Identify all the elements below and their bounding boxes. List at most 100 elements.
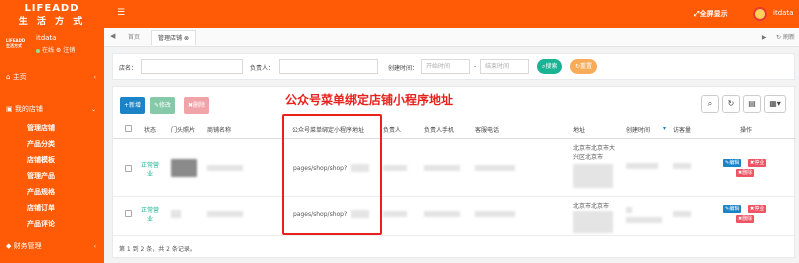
delete-button[interactable]: ✖删除: [184, 97, 210, 114]
blurred-service-tel: [475, 165, 515, 171]
sidebar-subitem[interactable]: 产品分类: [0, 136, 104, 152]
sidebar-item-finance[interactable]: ◆ 财务管理 ‹: [0, 236, 104, 257]
blurred-owner: [383, 211, 407, 217]
user-panel: LIFEADD 生活方式 itdata 在线 ⚙ 注销: [6, 34, 98, 56]
end-time-input[interactable]: 结束时间: [480, 59, 529, 74]
storefront-photo: [171, 210, 181, 218]
column-header[interactable]: 地址: [573, 125, 585, 134]
brand-logo: LIFEADD 生 活 方 式: [0, 0, 104, 28]
columns-icon[interactable]: ▦▾: [764, 95, 786, 113]
fullscreen-button[interactable]: ⤢全屏显示: [694, 9, 728, 19]
row-delete-button[interactable]: ✖删除: [736, 169, 755, 177]
shop-table-panel: +新增 ✎修改 ✖删除 公众号菜单绑定店铺小程序地址 ⌕ ↻ ▤ ▦▾ 状态 门…: [112, 86, 796, 258]
sidebar-item-my-shop[interactable]: ▣ 我的店铺 ⌄: [0, 99, 104, 120]
column-header[interactable]: 状态: [144, 125, 156, 134]
annotation-highlight-box: [282, 114, 382, 235]
edit-button[interactable]: ✎修改: [150, 97, 176, 114]
annotation-label: 公众号菜单绑定店铺小程序地址: [285, 93, 454, 107]
row-divider: [113, 196, 796, 197]
tab-manage-shop[interactable]: 管理店铺 ⊗: [151, 30, 196, 45]
blurred-created-time: [626, 163, 658, 169]
status-badge: 正常营业: [140, 207, 159, 223]
scroll-left-icon[interactable]: ◀: [110, 32, 115, 40]
sidebar-subitem[interactable]: 店铺模板: [0, 152, 104, 168]
blurred-service-tel: [475, 211, 515, 217]
blurred-created-time: [626, 207, 632, 213]
header-divider: [113, 138, 796, 139]
menu-toggle-icon[interactable]: ☰: [117, 8, 125, 18]
sidebar-subitem[interactable]: 产品评论: [0, 216, 104, 232]
column-header[interactable]: 客服电话: [475, 125, 499, 134]
blurred-phone: [424, 165, 460, 171]
user-avatar-logo: LIFEADD 生活方式: [6, 38, 26, 48]
column-header: 操作: [740, 127, 753, 134]
blurred-address: [573, 164, 613, 188]
blurred-created-time: [626, 217, 662, 223]
sidebar-subitem[interactable]: 管理产品: [0, 168, 104, 184]
sidebar-subitem[interactable]: 产品规格: [0, 184, 104, 200]
chevron-left-icon: ‹: [93, 243, 96, 250]
add-button[interactable]: +新增: [120, 97, 146, 114]
address-text: 北京市北京市: [573, 203, 610, 210]
column-header[interactable]: 门头照片: [171, 125, 195, 134]
status-badge: 正常营业: [140, 162, 159, 178]
row-stop-button[interactable]: ✖停业: [748, 159, 767, 167]
search-button[interactable]: ⌕搜索: [537, 59, 563, 74]
column-header[interactable]: 负责人: [383, 125, 401, 134]
owner-input[interactable]: [279, 59, 378, 74]
sidebar-subitem[interactable]: 管理店铺: [0, 120, 104, 136]
tab-home[interactable]: 首页: [122, 30, 146, 45]
row-divider: [113, 235, 796, 236]
column-header[interactable]: 创建时间: [626, 125, 650, 134]
start-time-input[interactable]: 开始时间: [421, 59, 470, 74]
address-text: 北京市北京市大兴区北京市: [573, 145, 616, 161]
close-icon[interactable]: ⊗: [184, 35, 189, 42]
row-checkbox[interactable]: [125, 165, 132, 172]
online-dot-icon: [36, 48, 40, 53]
shop-name-input[interactable]: [141, 59, 243, 74]
logo-subtext: 生 活 方 式: [18, 17, 86, 27]
range-separator: -: [474, 63, 477, 70]
chevron-down-icon: ⌄: [90, 106, 96, 113]
shop-icon: ▣: [6, 105, 13, 113]
column-header[interactable]: 负责人手机: [424, 125, 454, 134]
row-stop-button[interactable]: ✖停业: [748, 205, 767, 213]
sidebar: LIFEADD 生 活 方 式 LIFEADD 生活方式 itdata 在线 ⚙…: [0, 0, 104, 263]
blurred-owner: [383, 165, 407, 171]
blurred-visitors: [673, 211, 691, 217]
avatar[interactable]: [753, 7, 767, 21]
top-bar: ☰ ⤢全屏显示 itdata: [104, 0, 799, 28]
sidebar-subitem[interactable]: 店铺订单: [0, 200, 104, 216]
blurred-phone: [424, 211, 460, 217]
user-status[interactable]: 在线 ⚙ 注销: [36, 45, 75, 54]
reset-button[interactable]: ↻重置: [570, 59, 598, 74]
toggle-view-icon[interactable]: ▤: [743, 95, 761, 113]
pagination-info: 第 1 到 2 条，共 2 条记录。: [119, 246, 196, 253]
sidebar-nav: ⌂ 主页 ‹ ▣ 我的店铺 ⌄ 管理店铺 产品分类 店铺模板 管理产品 产品规格 店…: [0, 67, 104, 232]
owner-label: 负责人：: [250, 65, 275, 72]
row-delete-button[interactable]: ✖删除: [736, 215, 755, 223]
row-checkbox[interactable]: [125, 210, 132, 217]
blurred-address: [573, 211, 613, 233]
sidebar-item-home[interactable]: ⌂ 主页 ‹: [0, 67, 104, 88]
created-time-label: 创建时间：: [388, 65, 419, 72]
column-header[interactable]: 访客量: [673, 125, 691, 134]
sidebar-finance: ◆ 财务管理 ‹: [0, 236, 104, 257]
row-edit-button[interactable]: ✎编辑: [723, 205, 742, 213]
sidebar-submenu: 管理店铺 产品分类 店铺模板 管理产品 产品规格 店铺订单 产品评论: [0, 120, 104, 232]
refresh-icon[interactable]: ↻: [722, 95, 740, 113]
blurred-shop-name: [207, 211, 243, 217]
finance-icon: ◆: [6, 242, 12, 250]
tab-bar: ◀ 首页 管理店铺 ⊗ ▶ ↻ 刷新: [104, 28, 799, 47]
row-edit-button[interactable]: ✎编辑: [723, 159, 742, 167]
select-all-checkbox[interactable]: [125, 125, 132, 132]
blurred-visitors: [673, 163, 691, 169]
search-toggle-icon[interactable]: ⌕: [701, 95, 719, 113]
blurred-shop-name: [207, 165, 243, 171]
shop-name-label: 店名：: [119, 65, 138, 72]
top-username[interactable]: itdata: [773, 9, 793, 17]
column-header[interactable]: 商铺名称: [207, 125, 231, 134]
sort-desc-icon[interactable]: ▾: [663, 125, 666, 132]
storefront-photo: [171, 159, 197, 177]
tab-actions[interactable]: ▶ ↻ 刷新: [762, 32, 795, 41]
